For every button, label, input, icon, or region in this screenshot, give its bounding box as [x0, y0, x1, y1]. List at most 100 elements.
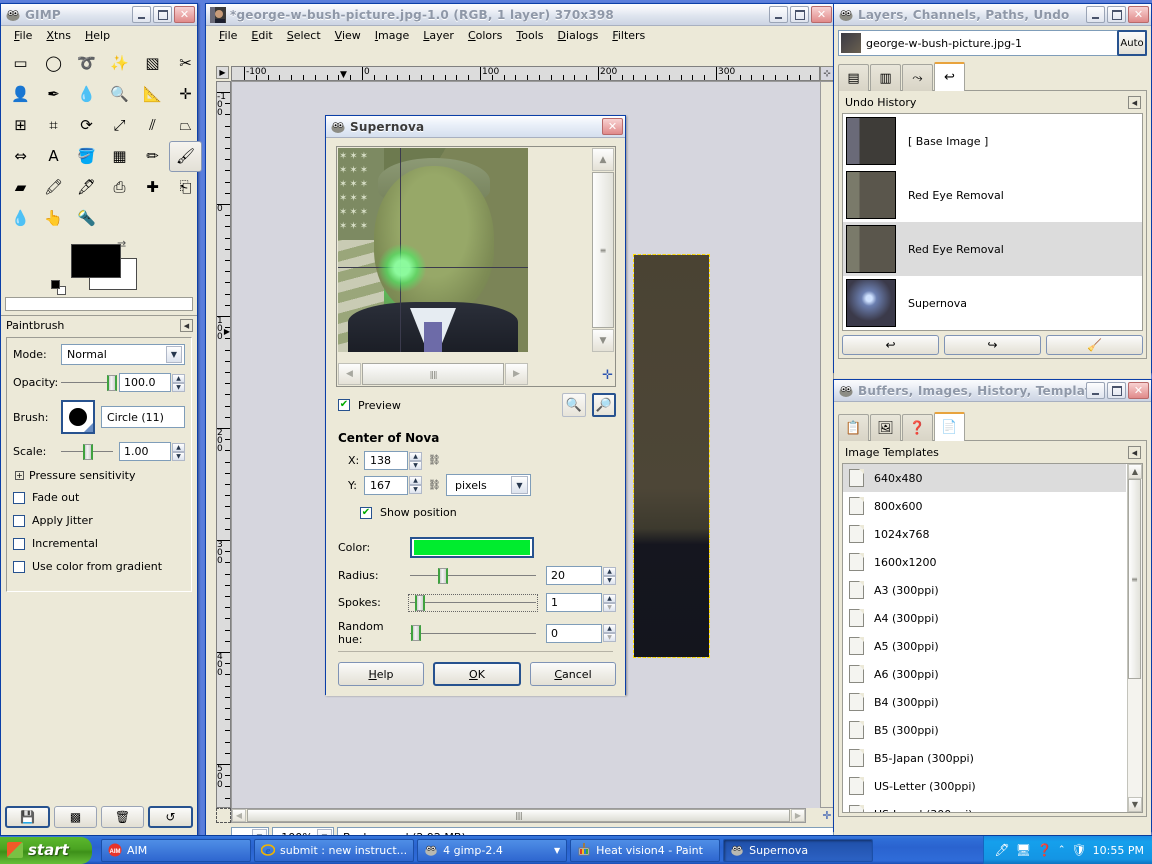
slider-knob[interactable]: [415, 594, 426, 611]
menu-colors[interactable]: Colors: [461, 27, 509, 44]
reset-colors-icon[interactable]: [51, 280, 67, 295]
ellipse-select-tool[interactable]: ◯: [37, 48, 70, 79]
pan-canvas-icon[interactable]: ✛: [820, 808, 834, 823]
scroll-thumb[interactable]: ≡: [592, 172, 614, 328]
tab-undo-history[interactable]: ↩: [934, 62, 965, 91]
flip-tool[interactable]: ⇔: [4, 141, 37, 172]
template-item[interactable]: B5 (300ppi): [843, 716, 1126, 744]
bucket-fill-tool[interactable]: 🪣: [70, 141, 103, 172]
scale-tool[interactable]: ⤢: [103, 110, 136, 141]
chevron-down-icon[interactable]: ▼: [554, 846, 560, 855]
horizontal-ruler[interactable]: -100 0 100 200 300 ▼: [231, 66, 820, 81]
menu-edit[interactable]: Edit: [244, 27, 279, 44]
opacity-slider[interactable]: [61, 374, 117, 391]
close-button[interactable]: ✕: [602, 118, 623, 135]
template-item[interactable]: 1600x1200: [843, 548, 1126, 576]
paintbrush-tool[interactable]: 🖌: [169, 141, 202, 172]
help-button[interactable]: Help: [338, 662, 424, 686]
taskbar-task[interactable]: Supernova: [723, 838, 874, 862]
minimize-button[interactable]: [1086, 6, 1105, 23]
brush-name[interactable]: Circle (11): [101, 406, 185, 428]
preview-vertical-scrollbar[interactable]: ▲ ≡ ▼: [592, 148, 614, 352]
tool-options-menu-icon[interactable]: ◀: [180, 319, 193, 332]
x-stepper[interactable]: ▲ ▼: [409, 451, 422, 470]
scroll-left-button[interactable]: ◀: [338, 363, 361, 385]
move-tool[interactable]: ✛: [169, 79, 202, 110]
align-tool[interactable]: ⊞: [4, 110, 37, 141]
blend-gradient-tool[interactable]: ▦: [103, 141, 136, 172]
clear-undo-history-button[interactable]: 🧹: [1046, 335, 1143, 355]
help-icon[interactable]: ❓: [1037, 843, 1052, 857]
x-input[interactable]: 138: [364, 451, 408, 470]
rect-select-tool[interactable]: ▭: [4, 48, 37, 79]
clone-tool[interactable]: ⎙: [103, 172, 136, 203]
preview-image[interactable]: ✶✶✶ ✶✶✶ ✶✶✶ ✶✶✶ ✶✶✶ ✶✶✶: [338, 148, 528, 352]
random-hue-stepper[interactable]: ▲ ▼: [603, 624, 616, 642]
redo-button[interactable]: ↪: [944, 335, 1041, 355]
unit-select[interactable]: pixels ▼: [446, 474, 531, 496]
template-item[interactable]: US-Letter (300ppi): [843, 772, 1126, 800]
panel-menu-icon[interactable]: ◀: [1128, 446, 1141, 459]
menu-xtns[interactable]: Xtns: [39, 27, 78, 44]
panel-menu-icon[interactable]: ◀: [1128, 96, 1141, 109]
brush-pattern-gradient-strip[interactable]: [5, 297, 193, 311]
brush-preview[interactable]: [61, 400, 95, 434]
menu-dialogs[interactable]: Dialogs: [551, 27, 606, 44]
menu-layer[interactable]: Layer: [416, 27, 461, 44]
maximize-button[interactable]: [1107, 6, 1126, 23]
taskbar-task[interactable]: AIM AIM: [101, 838, 251, 862]
crop-tool[interactable]: ⌗: [37, 110, 70, 141]
restore-options-button[interactable]: ▩: [54, 806, 97, 828]
scale-slider[interactable]: [61, 443, 113, 460]
option-apply-jitter[interactable]: Apply Jitter: [13, 514, 185, 527]
image-templates-list[interactable]: 640x480 800x600 1024x768 1600x1200 A3 (300pp…: [842, 463, 1143, 813]
checkbox[interactable]: [13, 514, 25, 527]
ok-button[interactable]: OK: [433, 662, 521, 686]
scroll-down-button[interactable]: ▼: [592, 329, 614, 352]
option-fade-out[interactable]: Fade out: [13, 491, 185, 504]
close-button[interactable]: ✕: [1128, 6, 1149, 23]
slider-knob[interactable]: [411, 625, 422, 641]
template-item[interactable]: 640x480: [843, 464, 1126, 492]
random-hue-slider[interactable]: [410, 625, 536, 641]
menu-file[interactable]: File: [212, 27, 244, 44]
eraser-tool[interactable]: ▰: [4, 172, 37, 203]
opacity-value[interactable]: 100.0: [119, 373, 171, 392]
scroll-left-button[interactable]: ◀: [232, 809, 246, 822]
tab-channels[interactable]: ▥: [870, 64, 901, 91]
nova-color-button[interactable]: [410, 537, 534, 558]
chain-link-icon[interactable]: ⛓: [428, 455, 441, 466]
y-stepper[interactable]: ▲ ▼: [409, 476, 422, 494]
canvas-vertical-scrollbar[interactable]: [820, 81, 834, 808]
shield-icon[interactable]: 🛡: [1071, 843, 1086, 857]
minimize-button[interactable]: [1086, 382, 1105, 399]
checkbox[interactable]: [13, 491, 25, 504]
close-button[interactable]: ✕: [174, 6, 195, 23]
paths-tool[interactable]: ✒: [37, 79, 70, 110]
chain-link-icon[interactable]: ⛓: [428, 480, 441, 491]
smudge-tool[interactable]: 👆: [37, 203, 70, 234]
taskbar-task[interactable]: Heat vision4 - Paint: [570, 838, 721, 862]
pen-icon[interactable]: 🖊: [994, 843, 1009, 857]
templates-vertical-scrollbar[interactable]: ▲ ≡ ▼: [1127, 464, 1142, 812]
foreground-color-swatch[interactable]: [71, 244, 121, 278]
heal-tool[interactable]: ✚: [136, 172, 169, 203]
mode-select[interactable]: Normal ▼: [61, 344, 185, 365]
menu-filters[interactable]: Filters: [605, 27, 652, 44]
template-item[interactable]: US-Legal (300ppi): [843, 800, 1126, 812]
zoom-in-icon[interactable]: 🔎: [592, 393, 616, 417]
tab-paths[interactable]: ⤳: [902, 64, 933, 91]
save-options-button[interactable]: 💾: [5, 806, 50, 828]
cancel-button[interactable]: Cancel: [530, 662, 616, 686]
radius-input[interactable]: 20: [546, 566, 602, 585]
ruler-origin-corner[interactable]: ▶: [216, 66, 231, 81]
undo-history-list[interactable]: [ Base Image ] Red Eye Removal Red Eye Rem…: [842, 113, 1143, 331]
menu-view[interactable]: View: [328, 27, 368, 44]
foreground-select-tool[interactable]: 👤: [4, 79, 37, 110]
taskbar-task[interactable]: e submit : new instruct...: [254, 838, 415, 862]
minimize-button[interactable]: [132, 6, 151, 23]
maximize-button[interactable]: [153, 6, 172, 23]
scissors-select-tool[interactable]: ✂: [169, 48, 202, 79]
slider-knob[interactable]: [82, 443, 93, 460]
template-item[interactable]: A5 (300ppi): [843, 632, 1126, 660]
